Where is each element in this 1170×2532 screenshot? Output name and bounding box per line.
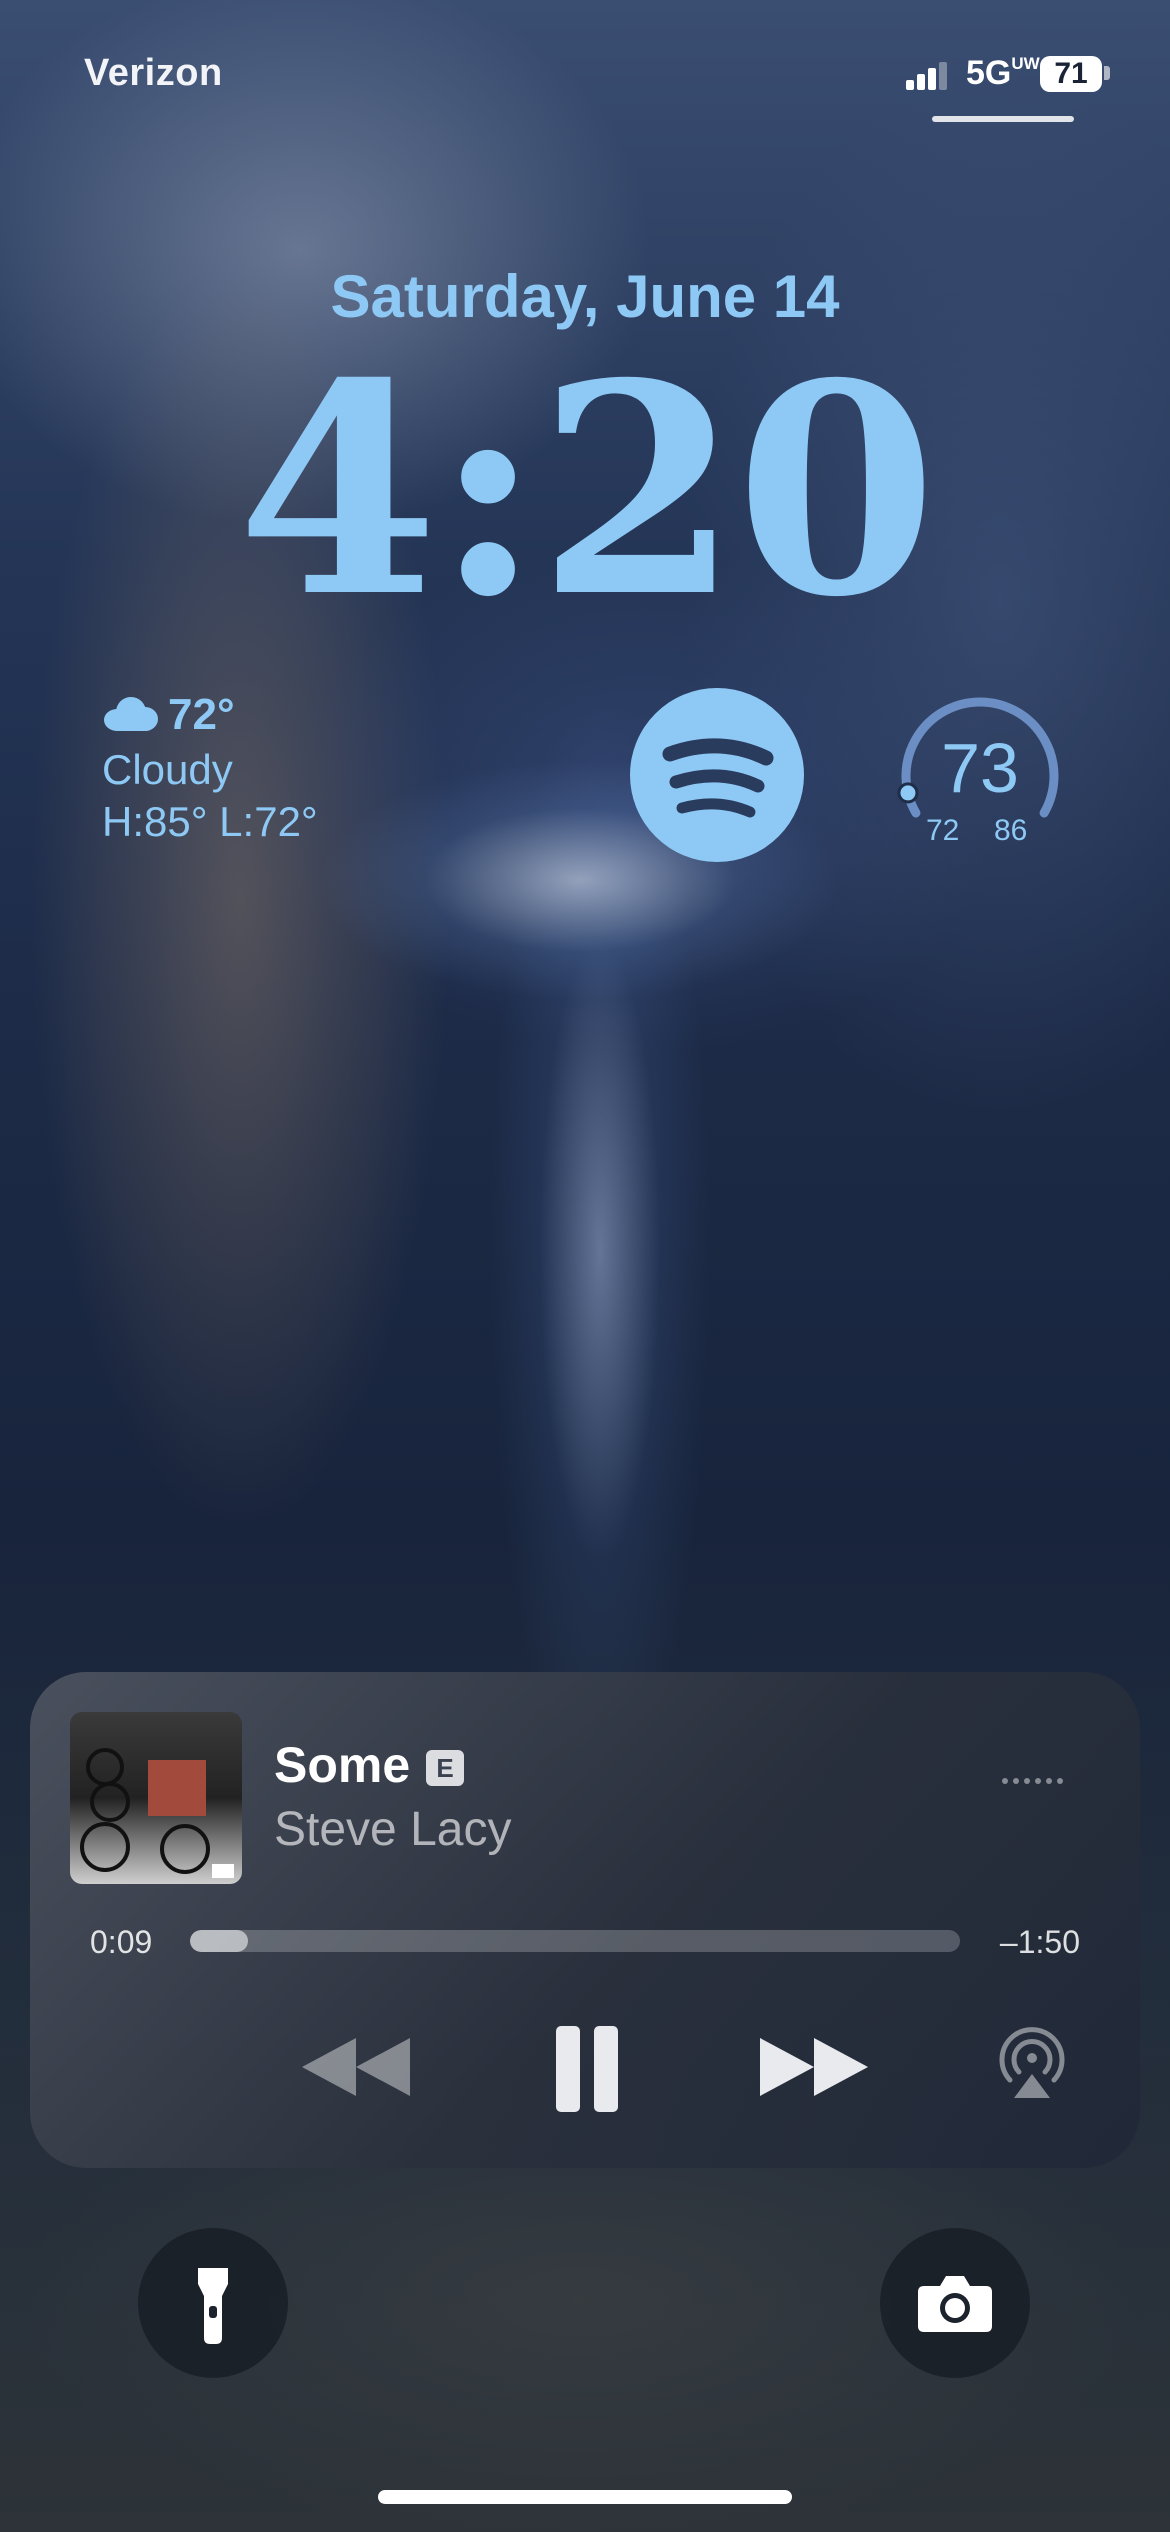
fast-forward-button[interactable]	[754, 2012, 874, 2122]
cloud-icon	[104, 697, 160, 731]
weather-temperature: 72°	[168, 690, 235, 739]
network-label: 5G	[966, 54, 1012, 92]
spotify-icon	[662, 738, 774, 818]
home-indicator[interactable]	[378, 2490, 792, 2504]
gauge-value: 73	[941, 729, 1019, 807]
album-art-wheel	[80, 1822, 130, 1872]
pause-button[interactable]	[536, 2012, 636, 2122]
camera-icon	[918, 2276, 992, 2332]
control-center-indicator[interactable]	[932, 116, 1074, 122]
fast-forward-icon	[760, 2038, 868, 2096]
weather-temp-row: 72°	[104, 690, 235, 740]
signal-icon	[906, 60, 947, 90]
pause-icon	[556, 2026, 618, 2112]
rewind-icon	[302, 2038, 410, 2096]
network-suffix: UW	[1011, 54, 1040, 73]
airplay-button[interactable]	[992, 2012, 1072, 2122]
playback-scrubber[interactable]	[190, 1930, 960, 1952]
album-art[interactable]	[70, 1712, 242, 1884]
album-art-wheel	[90, 1782, 130, 1822]
more-icon[interactable]	[1002, 1776, 1066, 1786]
network-type: 5GUW	[966, 54, 1040, 93]
album-art-wheel	[86, 1748, 124, 1786]
remaining-time: –1:50	[999, 1924, 1080, 1960]
gauge-max: 86	[994, 814, 1028, 847]
airplay-icon	[999, 2027, 1065, 2098]
weather-condition: Cloudy	[102, 746, 233, 793]
advisory-label	[212, 1864, 234, 1878]
playback-progress-fill	[190, 1930, 248, 1952]
battery-level: 71	[1054, 57, 1088, 90]
gauge-min: 72	[926, 814, 960, 847]
weather-widget[interactable]: 72° Cloudy H:85° L:72°	[100, 690, 380, 850]
track-artist: Steve Lacy	[274, 1803, 512, 1856]
weather-high-low: H:85° L:72°	[102, 798, 318, 845]
now-playing-card[interactable]: Some E Steve Lacy 0:09 –1:50	[30, 1672, 1140, 2168]
flashlight-icon	[198, 2268, 228, 2344]
battery-icon: 71	[1040, 56, 1102, 92]
temperature-gauge-widget[interactable]: 73 72 86	[890, 686, 1070, 856]
rewind-button[interactable]	[298, 2012, 418, 2122]
track-title: Some	[274, 1737, 411, 1793]
battery-cap	[1104, 66, 1110, 80]
elapsed-time: 0:09	[90, 1924, 153, 1960]
camera-button[interactable]	[880, 2228, 1030, 2378]
album-art-poster	[148, 1760, 206, 1816]
album-art-wheel	[160, 1824, 210, 1874]
spotify-widget[interactable]	[630, 688, 804, 862]
explicit-badge: E	[426, 1750, 464, 1786]
lock-screen: Verizon 5GUW 71 Saturday, June 14 4:20 7…	[0, 0, 1170, 2532]
lock-time: 4:20	[236, 321, 937, 661]
flashlight-button[interactable]	[138, 2228, 288, 2378]
carrier-label: Verizon	[84, 52, 223, 94]
status-bar: Verizon 5GUW 71	[0, 0, 1170, 130]
